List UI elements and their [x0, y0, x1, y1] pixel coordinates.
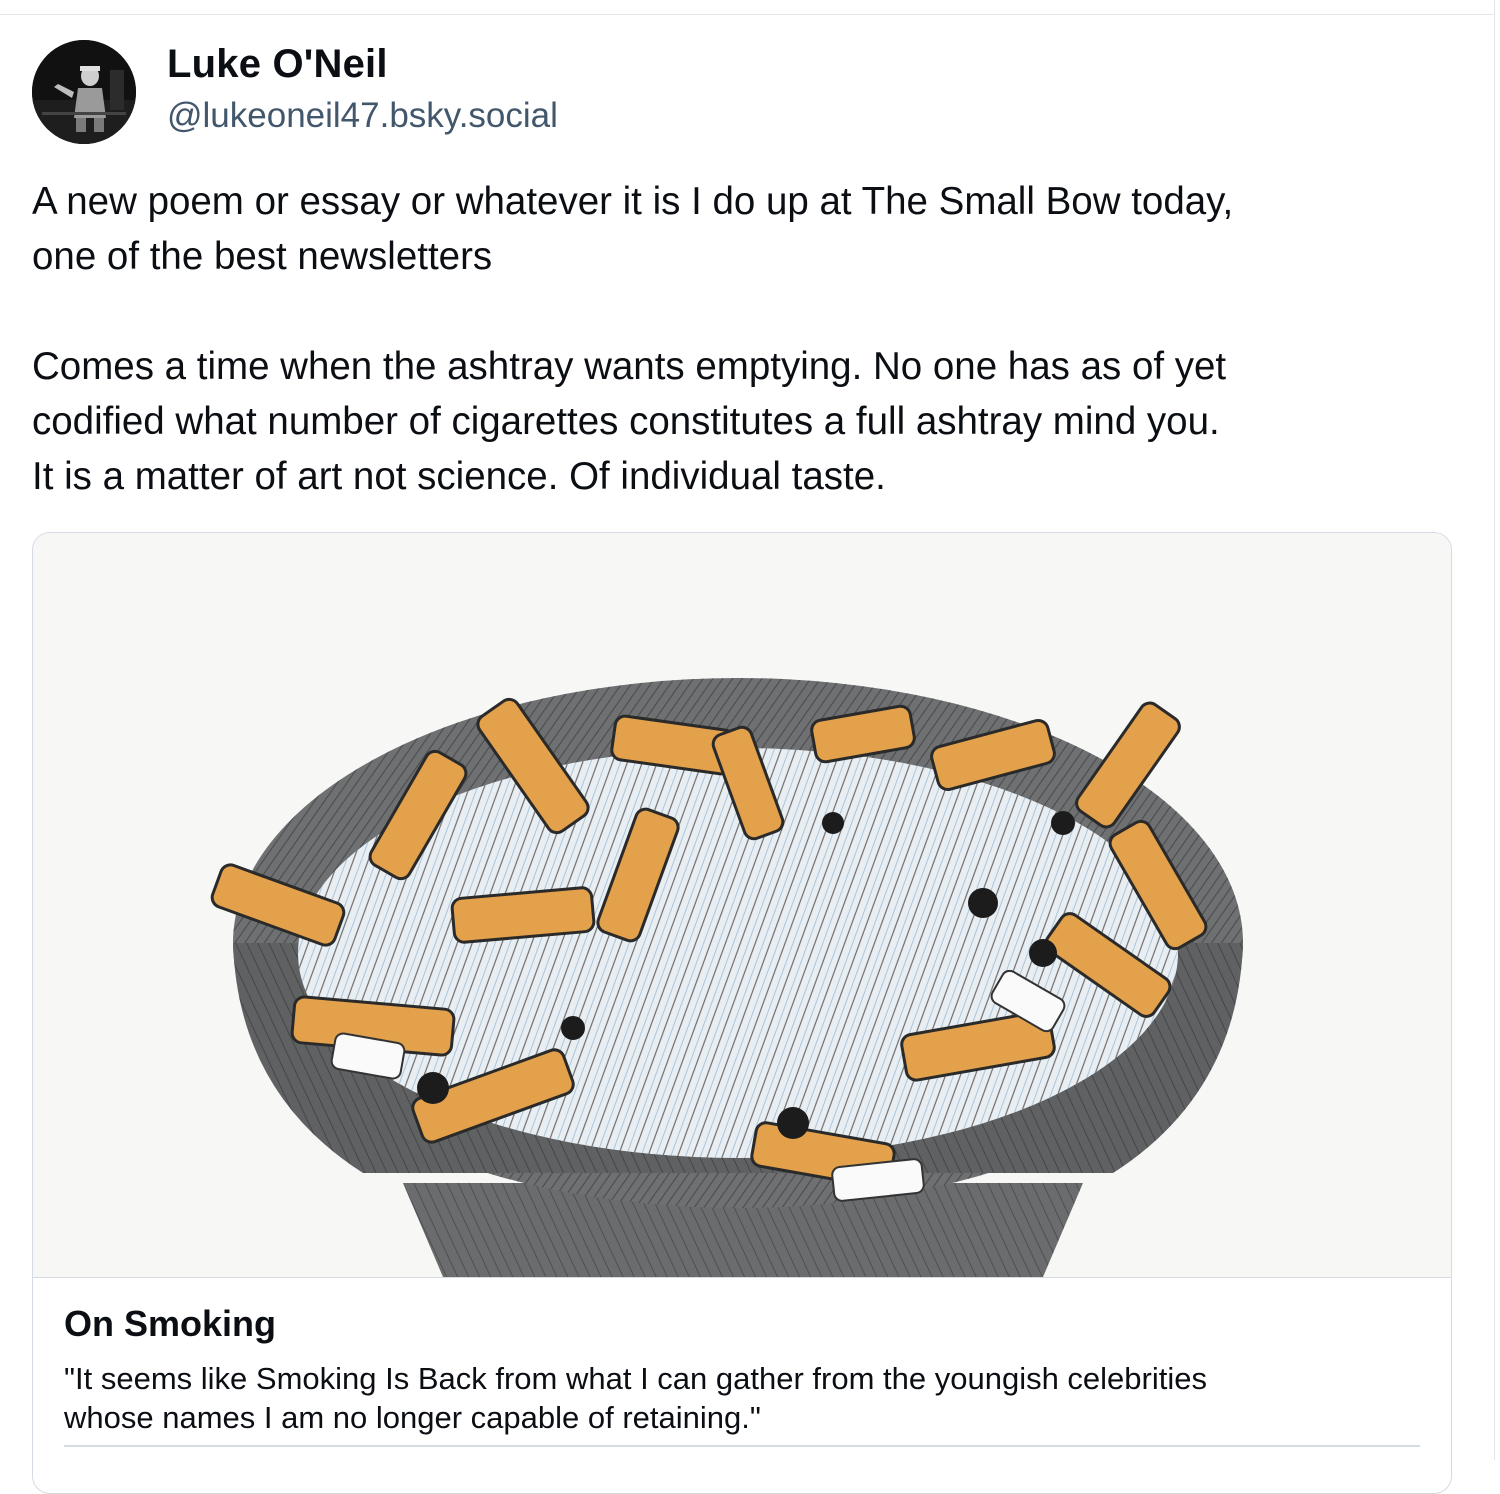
- link-card-description: "It seems like Smoking Is Back from what…: [64, 1361, 1207, 1435]
- top-border: [0, 0, 1495, 15]
- link-preview-card[interactable]: On Smoking "It seems like Smoking Is Bac…: [32, 532, 1452, 1494]
- link-card-image[interactable]: [33, 533, 1451, 1278]
- post-paragraph: A new poem or essay or whatever it is I …: [32, 180, 1234, 278]
- avatar-photo-icon: [32, 40, 136, 144]
- ashtray-illustration-icon: [210, 678, 1243, 1277]
- post-paragraph: Comes a time when the ashtray wants empt…: [32, 345, 1227, 498]
- link-card-title[interactable]: On Smoking: [64, 1303, 276, 1345]
- post-card[interactable]: Luke O'Neil @lukeoneil47.bsky.social A n…: [0, 14, 1495, 1494]
- link-card-divider: [64, 1445, 1420, 1447]
- post-body: A new poem or essay or whatever it is I …: [32, 174, 1472, 504]
- avatar[interactable]: [32, 40, 136, 144]
- author-display-name[interactable]: Luke O'Neil: [167, 42, 388, 87]
- author-handle[interactable]: @lukeoneil47.bsky.social: [167, 96, 558, 136]
